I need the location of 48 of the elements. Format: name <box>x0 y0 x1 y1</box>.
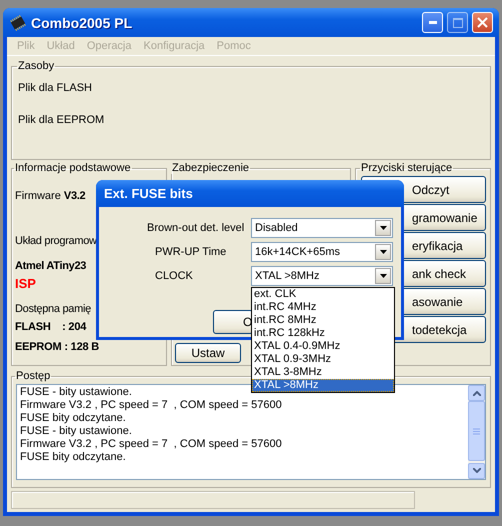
dialog-title: Ext. FUSE bits <box>104 186 193 201</box>
dropdown-field[interactable]: 16k+14CK+65ms <box>251 242 393 262</box>
group-title: Zasoby <box>17 60 56 72</box>
firmware-label: Firmware <box>15 190 61 202</box>
dropdown-arrow-icon <box>380 274 386 278</box>
memory-size: FLASH : 204 <box>15 321 88 333</box>
scroll-down-button[interactable] <box>468 462 485 479</box>
close-icon <box>477 17 488 28</box>
close-button[interactable] <box>472 12 493 33</box>
log-line: FUSE bity odczytane. <box>20 412 127 425</box>
window-title: Combo2005 PL <box>31 14 134 30</box>
group-title: Przyciski sterujące <box>360 162 454 174</box>
field-label: PWR-UP Time <box>154 246 228 258</box>
scroll-up-button[interactable] <box>468 385 485 402</box>
group-title: Postęp <box>15 370 52 382</box>
maximize-button[interactable] <box>447 12 468 33</box>
group-title: Zabezpieczenie <box>171 162 250 174</box>
dropdown-option[interactable]: XTAL 0.4-0.9MHz <box>252 340 394 353</box>
dropdown-option[interactable]: XTAL 3-8MHz <box>252 366 394 379</box>
dropdown-option[interactable]: XTAL >8MHz <box>252 379 394 392</box>
chevron-up-icon <box>472 390 480 396</box>
dropdown-option[interactable]: XTAL 0.9-3MHz <box>252 353 394 366</box>
log-line: Firmware V3.2 , PC speed = 7 , COM speed = 57600 <box>20 399 283 412</box>
dropdown-field[interactable]: XTAL >8MHz <box>251 266 393 286</box>
field-label: Brown-out det. level <box>147 222 246 234</box>
group-title: Informacje podstawowe <box>14 162 132 174</box>
dropdown-arrow-icon <box>380 250 386 254</box>
resource-label: Plik dla EEPROM <box>18 114 106 126</box>
scroll-thumb[interactable] <box>468 401 485 461</box>
memory-size: EEPROM : 128 B <box>15 341 100 353</box>
log-line: FUSE - bity ustawione. <box>20 386 133 399</box>
field-label: CLOCK <box>154 270 194 282</box>
resource-label: Plik dla FLASH <box>18 82 93 94</box>
log-line: FUSE - bity ustawione. <box>20 425 133 438</box>
set-button[interactable]: Ustaw <box>175 343 241 363</box>
memory-label: Dostępna pamię <box>15 303 92 315</box>
mode-label: ISP <box>15 276 37 291</box>
dropdown-field[interactable]: Disabled <box>251 218 393 238</box>
maximize-icon <box>452 18 462 28</box>
chevron-down-icon <box>472 468 480 474</box>
log-line: FUSE bity odczytane. <box>20 451 127 464</box>
chip-name: Atmel ATiny23 <box>15 260 88 272</box>
log-line: Firmware V3.2 , PC speed = 7 , COM speed = 57600 <box>20 438 283 451</box>
dropdown-arrow-icon <box>380 226 386 230</box>
firmware-version: V3.2 <box>64 190 86 202</box>
minimize-icon <box>428 21 436 24</box>
chip-label: Układ programow <box>15 235 98 247</box>
minimize-button[interactable] <box>422 12 443 33</box>
